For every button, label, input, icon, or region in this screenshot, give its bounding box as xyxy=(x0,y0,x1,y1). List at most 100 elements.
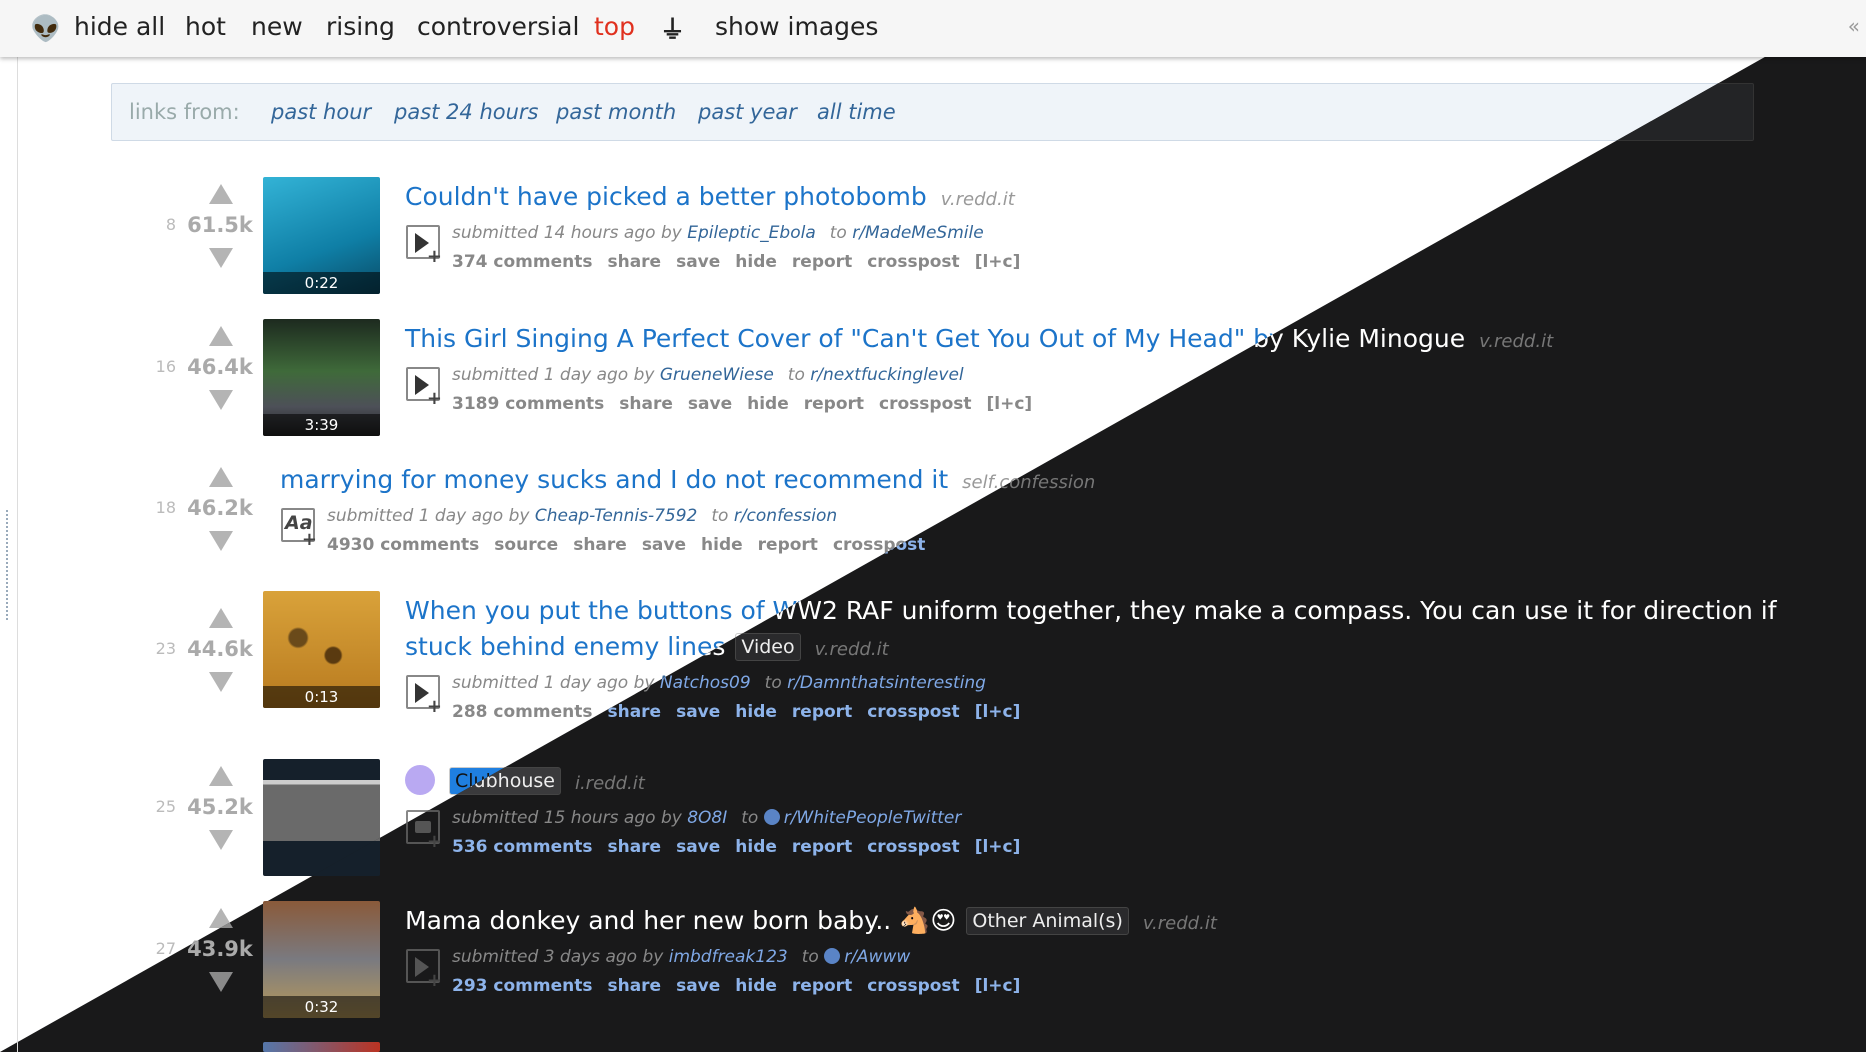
expando-button[interactable] xyxy=(406,367,442,409)
post-title-link[interactable]: marrying for money sucks and I do not re… xyxy=(280,465,948,494)
post-author[interactable]: Epileptic_Ebola xyxy=(687,223,816,243)
post-thumbnail[interactable] xyxy=(263,1042,380,1052)
post-thumbnail[interactable]: 0:13 xyxy=(263,591,380,708)
action-hide[interactable]: hide xyxy=(735,252,777,272)
filter-icon[interactable]: ⏚ xyxy=(660,10,685,46)
post-subreddit[interactable]: r/nextfuckinglevel xyxy=(810,365,963,385)
post-title-link[interactable]: Mama donkey and her new born baby.. 🐴😍 xyxy=(405,906,956,935)
post-subreddit[interactable]: r/confession xyxy=(734,506,837,526)
post-thumbnail[interactable]: 0:22 xyxy=(263,177,380,294)
sort-controversial[interactable]: controversial xyxy=(417,12,579,41)
post-domain[interactable]: v.redd.it xyxy=(1479,331,1553,352)
comments-link[interactable]: 288 comments xyxy=(452,702,592,722)
action-save[interactable]: save xyxy=(676,837,720,857)
action-crosspost[interactable]: crosspost xyxy=(867,252,959,272)
post-subreddit[interactable]: r/Awww xyxy=(844,947,910,967)
action-report[interactable]: report xyxy=(758,535,818,555)
upvote-arrow-icon[interactable] xyxy=(209,184,233,204)
action-crosspost[interactable]: crosspost xyxy=(867,976,959,996)
action-crosspost[interactable]: crosspost xyxy=(867,702,959,722)
sort-hide-all[interactable]: hide all xyxy=(74,12,165,41)
post-domain[interactable]: i.redd.it xyxy=(575,773,645,794)
action-report[interactable]: report xyxy=(792,252,852,272)
action-lc[interactable]: [l+c] xyxy=(987,394,1033,414)
video-duration: 3:39 xyxy=(263,414,380,436)
action-report[interactable]: report xyxy=(804,394,864,414)
time-past-month[interactable]: past month xyxy=(556,100,676,124)
action-save[interactable]: save xyxy=(676,976,720,996)
downvote-arrow-icon[interactable] xyxy=(209,248,233,268)
time-past-year[interactable]: past year xyxy=(698,100,797,124)
post-author[interactable]: GrueneWiese xyxy=(660,365,774,385)
comments-link[interactable]: 4930 comments xyxy=(327,535,479,555)
post-score: 44.6k xyxy=(187,637,253,661)
comments-link[interactable]: 3189 comments xyxy=(452,394,604,414)
action-crosspost[interactable]: crosspost xyxy=(879,394,971,414)
post-domain[interactable]: v.redd.it xyxy=(815,639,889,660)
action-source[interactable]: source xyxy=(494,535,558,555)
post-author[interactable]: Cheap-Tennis-7592 xyxy=(535,506,697,526)
downvote-arrow-icon[interactable] xyxy=(209,390,233,410)
downvote-arrow-icon[interactable] xyxy=(209,672,233,692)
action-lc[interactable]: [l+c] xyxy=(975,976,1021,996)
action-hide[interactable]: hide xyxy=(701,535,743,555)
sort-hot[interactable]: hot xyxy=(185,12,226,41)
expando-button[interactable] xyxy=(406,225,442,267)
action-hide[interactable]: hide xyxy=(747,394,789,414)
reddit-alien-icon[interactable]: 👽 xyxy=(30,14,61,44)
post-domain[interactable]: v.redd.it xyxy=(1143,913,1217,934)
post-thumbnail[interactable]: 0:32 xyxy=(263,901,380,1018)
action-lc[interactable]: [l+c] xyxy=(975,837,1021,857)
downvote-arrow-icon[interactable] xyxy=(209,830,233,850)
action-share[interactable]: share xyxy=(607,976,661,996)
expando-button[interactable] xyxy=(406,675,442,717)
action-share[interactable]: share xyxy=(607,837,661,857)
post-author[interactable]: 8O8I xyxy=(687,808,727,828)
post-subreddit[interactable]: r/Damnthatsinteresting xyxy=(787,673,986,693)
action-share[interactable]: share xyxy=(607,252,661,272)
post-subreddit[interactable]: r/MadeMeSmile xyxy=(852,223,983,243)
collapse-sidebar-icon[interactable]: « xyxy=(1848,14,1860,38)
action-save[interactable]: save xyxy=(676,252,720,272)
post-author[interactable]: Natchos09 xyxy=(660,673,751,693)
comments-link[interactable]: 536 comments xyxy=(452,837,592,857)
comments-link[interactable]: 374 comments xyxy=(452,252,592,272)
post-subreddit[interactable]: r/WhitePeopleTwitter xyxy=(784,808,962,828)
expando-button[interactable] xyxy=(406,949,442,991)
post-title-link[interactable]: Couldn't have picked a better photobomb xyxy=(405,182,927,211)
action-hide[interactable]: hide xyxy=(735,976,777,996)
action-save[interactable]: save xyxy=(676,702,720,722)
sort-new[interactable]: new xyxy=(251,12,303,41)
action-lc[interactable]: [l+c] xyxy=(975,702,1021,722)
action-lc[interactable]: [l+c] xyxy=(975,252,1021,272)
downvote-arrow-icon[interactable] xyxy=(209,531,233,551)
action-share[interactable]: share xyxy=(619,394,673,414)
post-title-link[interactable]: stuck behind enemy lines xyxy=(405,632,725,661)
action-save[interactable]: save xyxy=(642,535,686,555)
post-author[interactable]: imbdfreak123 xyxy=(669,947,788,967)
sort-top[interactable]: top xyxy=(594,12,635,41)
action-save[interactable]: save xyxy=(688,394,732,414)
post-thumbnail[interactable]: 3:39 xyxy=(263,319,380,436)
downvote-arrow-icon[interactable] xyxy=(209,972,233,992)
post-domain[interactable]: v.redd.it xyxy=(941,189,1015,210)
show-images-toggle[interactable]: show images xyxy=(715,12,878,41)
time-all-time[interactable]: all time xyxy=(817,100,896,124)
upvote-arrow-icon[interactable] xyxy=(209,766,233,786)
time-past-24-hours[interactable]: past 24 hours xyxy=(394,100,539,124)
action-hide[interactable]: hide xyxy=(735,702,777,722)
upvote-arrow-icon[interactable] xyxy=(209,608,233,628)
time-past-hour[interactable]: past hour xyxy=(271,100,371,124)
upvote-arrow-icon[interactable] xyxy=(209,326,233,346)
action-hide[interactable]: hide xyxy=(735,837,777,857)
action-share[interactable]: share xyxy=(607,702,661,722)
action-report[interactable]: report xyxy=(792,702,852,722)
comments-link[interactable]: 293 comments xyxy=(452,976,592,996)
action-report[interactable]: report xyxy=(792,837,852,857)
action-crosspost[interactable]: crosspost xyxy=(867,837,959,857)
sort-rising[interactable]: rising xyxy=(326,12,395,41)
upvote-arrow-icon[interactable] xyxy=(209,467,233,487)
expando-button[interactable] xyxy=(281,508,317,550)
action-share[interactable]: share xyxy=(573,535,627,555)
action-report[interactable]: report xyxy=(792,976,852,996)
